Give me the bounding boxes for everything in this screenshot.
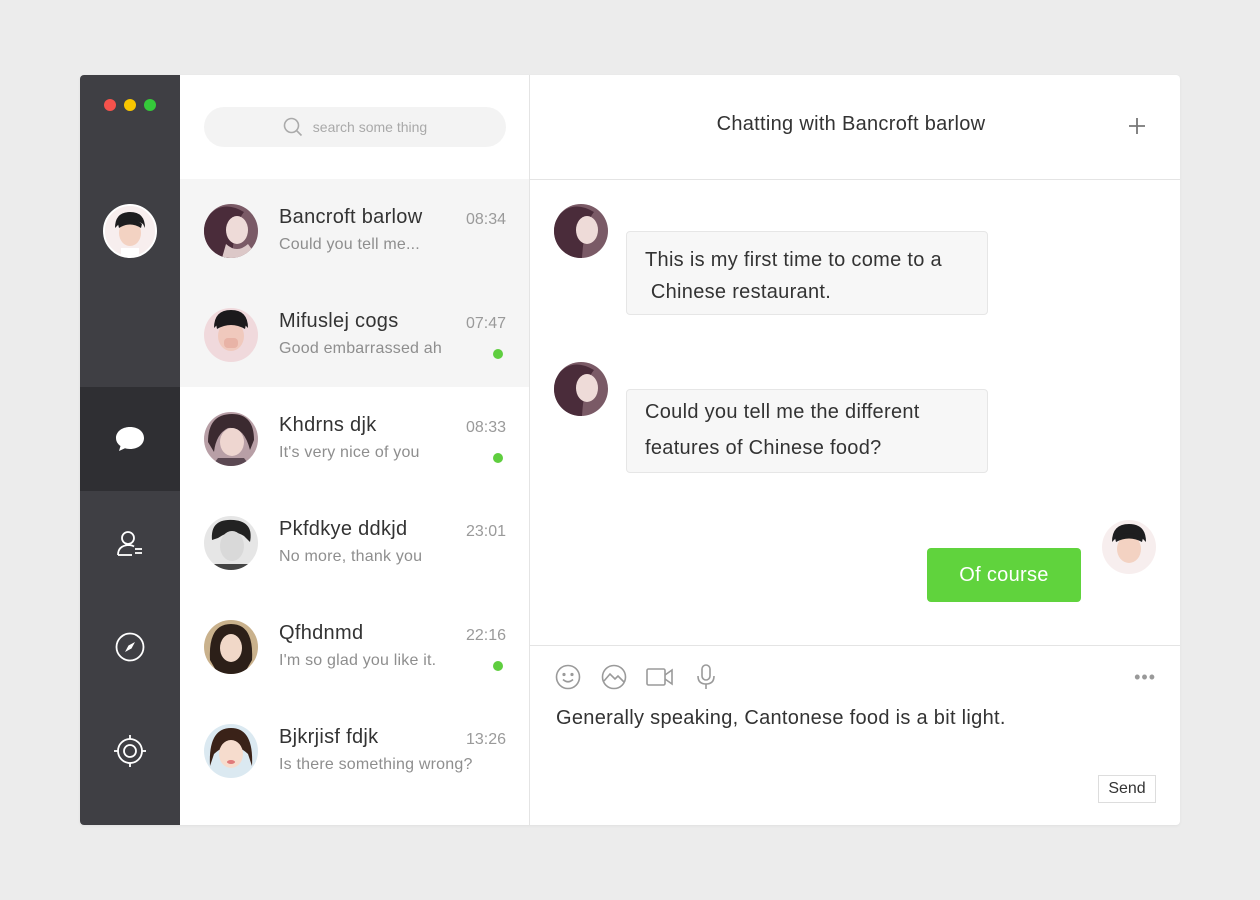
message-line: Chinese restaurant. <box>645 281 832 303</box>
avatar-image <box>204 620 258 674</box>
unread-indicator <box>493 453 503 463</box>
contact-name: Mifuslej cogs <box>279 310 399 332</box>
emoji-button[interactable] <box>554 663 582 691</box>
message-time: 13:26 <box>465 731 506 748</box>
message-time: 08:34 <box>465 211 506 228</box>
send-button[interactable]: Send <box>1098 775 1156 803</box>
conversation-item[interactable]: Qfhdnmd 22:16 I'm so glad you like it. <box>180 595 529 699</box>
contact-avatar <box>204 308 258 362</box>
message-preview: No more, thank you <box>279 548 423 565</box>
message-preview: I'm so glad you like it. <box>279 652 437 669</box>
maximize-window-button[interactable] <box>144 99 156 111</box>
settings-gear-icon <box>114 735 146 767</box>
message-preview: Could you tell me... <box>279 236 420 253</box>
chat-panel: Chatting with Bancroft barlow This is my… <box>530 75 1180 825</box>
minimize-window-button[interactable] <box>124 99 136 111</box>
my-avatar[interactable] <box>103 204 157 258</box>
window-controls <box>104 99 156 111</box>
avatar-image <box>554 204 608 258</box>
unread-indicator <box>493 661 503 671</box>
divider <box>530 179 1180 180</box>
sender-avatar[interactable] <box>554 362 608 416</box>
contact-avatar <box>204 620 258 674</box>
message-line: Could you tell me the different <box>645 401 920 423</box>
nav-rail <box>80 75 180 825</box>
rail-chats-button[interactable] <box>80 387 180 491</box>
rail-discover-button[interactable] <box>80 595 180 699</box>
contact-name: Khdrns djk <box>279 414 377 436</box>
message-time: 23:01 <box>465 523 506 540</box>
video-camera-icon <box>646 668 673 686</box>
message-preview: Good embarrassed ah <box>279 340 443 357</box>
image-button[interactable] <box>600 663 628 691</box>
avatar-image <box>1102 520 1156 574</box>
avatar-image <box>204 308 258 362</box>
conversation-item[interactable]: Bjkrjisf fdjk 13:26 Is there something w… <box>180 699 529 803</box>
avatar-image <box>554 362 608 416</box>
compass-icon <box>115 632 145 662</box>
message-preview: Is there something wrong? <box>279 756 473 773</box>
message-input[interactable]: Generally speaking, Cantonese food is a … <box>556 707 1006 730</box>
image-icon <box>601 664 627 690</box>
search-icon <box>283 117 302 137</box>
message-time: 07:47 <box>465 315 506 332</box>
contact-avatar <box>204 516 258 570</box>
avatar-image <box>204 412 258 466</box>
contact-avatar <box>204 204 258 258</box>
search-box[interactable]: search some thing <box>204 107 506 147</box>
unread-indicator <box>493 349 503 359</box>
conversation-item[interactable]: Bancroft barlow 08:34 Could you tell me.… <box>180 179 529 283</box>
contact-name: Bancroft barlow <box>279 206 423 228</box>
app-window: search some thing Bancroft barlow 08:34 … <box>80 75 1180 825</box>
compose-toolbar <box>554 663 720 691</box>
avatar-image <box>204 724 258 778</box>
chat-title: Chatting with Bancroft barlow <box>716 113 986 135</box>
contact-name: Qfhdnmd <box>279 622 364 644</box>
message-line: Of course <box>959 564 1049 586</box>
message-bubble-received: This is my first time to come to a Chine… <box>626 231 988 315</box>
search-input[interactable]: search some thing <box>313 119 427 135</box>
close-window-button[interactable] <box>104 99 116 111</box>
chat-bubble-icon <box>116 427 144 451</box>
contact-name: Bjkrjisf fdjk <box>279 726 379 748</box>
message-time: 22:16 <box>465 627 506 644</box>
add-button[interactable] <box>1128 117 1146 140</box>
conversation-list-panel: search some thing Bancroft barlow 08:34 … <box>180 75 530 825</box>
voice-button[interactable] <box>692 663 720 691</box>
rail-contacts-button[interactable] <box>80 491 180 595</box>
message-preview: It's very nice of you <box>279 444 420 461</box>
message-line: This is my first time to come to a <box>645 249 942 271</box>
my-message-avatar[interactable] <box>1102 520 1156 574</box>
avatar-image <box>105 206 155 256</box>
conversation-item[interactable]: Mifuslej cogs 07:47 Good embarrassed ah <box>180 283 529 387</box>
message-line: features of Chinese food? <box>645 437 882 459</box>
conversation-item[interactable]: Pkfdkye ddkjd 23:01 No more, thank you <box>180 491 529 595</box>
emoji-icon <box>555 664 581 690</box>
contacts-icon <box>117 531 142 556</box>
message-bubble-sent: Of course <box>927 548 1081 602</box>
contact-avatar <box>204 724 258 778</box>
conversation-item[interactable]: Khdrns djk 08:33 It's very nice of you <box>180 387 529 491</box>
message-time: 08:33 <box>465 419 506 436</box>
microphone-icon <box>697 664 715 689</box>
more-options-button[interactable]: ••• <box>1134 667 1156 688</box>
avatar-image <box>204 204 258 258</box>
contact-name: Pkfdkye ddkjd <box>279 518 408 540</box>
plus-icon <box>1129 118 1145 134</box>
sender-avatar[interactable] <box>554 204 608 258</box>
rail-settings-button[interactable] <box>80 699 180 803</box>
video-button[interactable] <box>646 663 674 691</box>
message-bubble-received: Could you tell me the different features… <box>626 389 988 473</box>
avatar-image <box>204 516 258 570</box>
contact-avatar <box>204 412 258 466</box>
divider <box>530 645 1180 646</box>
